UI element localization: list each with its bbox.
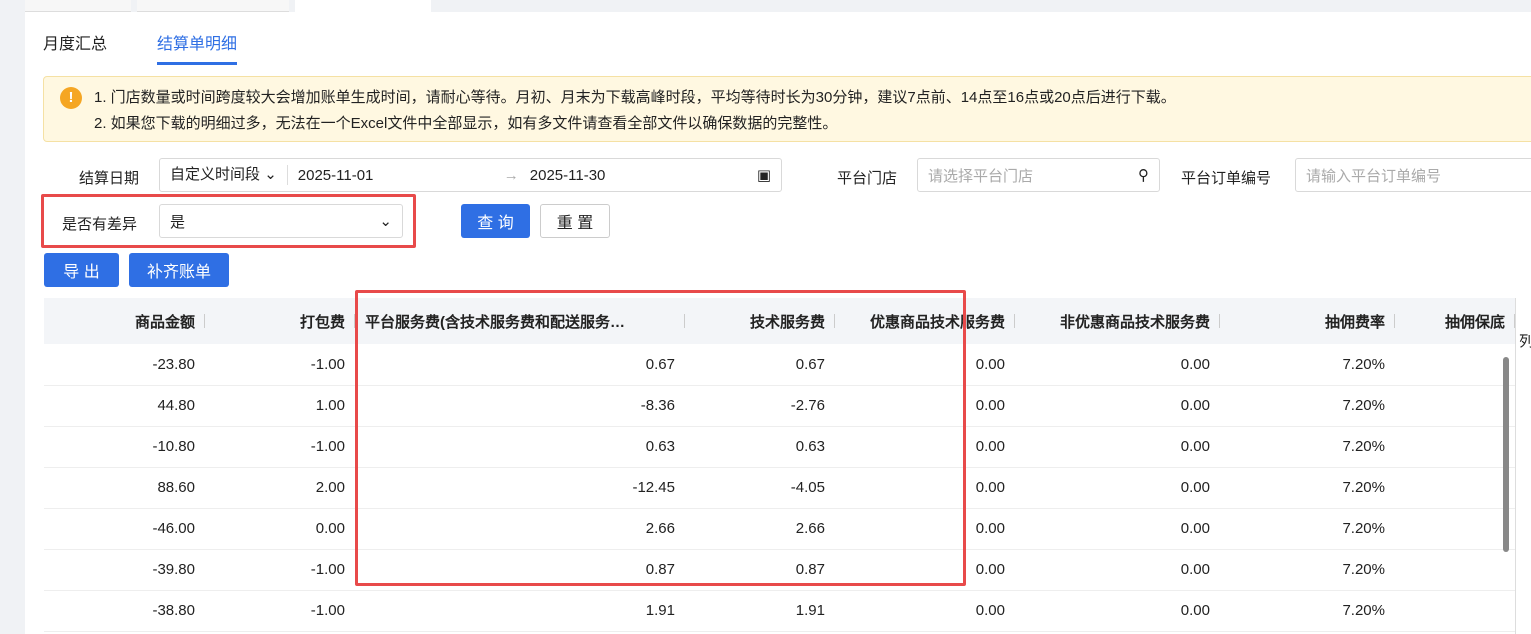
column-header[interactable]: 打包费 (205, 298, 355, 344)
table-cell: 2.00 (205, 467, 355, 509)
table-cell: -1.00 (205, 590, 355, 632)
table-cell: 7.20% (1220, 467, 1395, 509)
tab-settlement-detail[interactable]: 结算单明细 (157, 30, 238, 65)
table-cell: 0.00 (1015, 467, 1220, 509)
table-cell (1395, 344, 1515, 386)
highlight-box (41, 194, 416, 248)
table-cell: -10.80 (44, 426, 205, 468)
sub-tabs: 月度汇总 结算单明细 (43, 30, 238, 65)
tab-monthly-summary[interactable]: 月度汇总 (43, 30, 107, 65)
table-cell: 7.20% (1220, 590, 1395, 632)
warning-icon: ! (60, 87, 82, 109)
table-cell: -1.00 (205, 426, 355, 468)
highlight-box (355, 290, 966, 586)
table-cell: 0.00 (1015, 549, 1220, 591)
table-cell: 1.00 (205, 385, 355, 427)
column-header-label: 商品金额 (134, 313, 195, 331)
search-icon: ⚲ (1138, 167, 1149, 184)
table-cell (1395, 549, 1515, 591)
main-panel: 月度汇总 结算单明细 ! 1. 门店数量或时间跨度较大会增加账单生成时间，请耐心… (25, 12, 1531, 634)
table-cell: 0.00 (835, 590, 1015, 632)
table-cell (1395, 426, 1515, 468)
alert-line-2: 2. 如果您下载的明细过多，无法在一个Excel文件中全部显示，如有多文件请查看… (94, 115, 838, 132)
date-type-value: 自定义时间段 (170, 166, 261, 183)
window-tab[interactable] (25, 0, 131, 12)
table-cell: -46.00 (44, 508, 205, 550)
table-cell (1395, 508, 1515, 550)
order-placeholder: 请输入平台订单编号 (1306, 167, 1442, 185)
table-cell: 7.20% (1220, 549, 1395, 591)
date-range-picker[interactable]: 自定义时间段 ⌄ 2025-11-01 → 2025-11-30 ▣ (159, 158, 782, 192)
column-header-label: 抽佣保底 (1444, 313, 1505, 331)
store-placeholder: 请选择平台门店 (928, 167, 1034, 185)
table-cell (1395, 467, 1515, 509)
table-cell: 1.91 (355, 590, 685, 632)
calendar-icon[interactable]: ▣ (757, 166, 771, 184)
end-date[interactable]: 2025-11-30 (530, 167, 730, 184)
table-cell: 88.60 (44, 467, 205, 509)
window-tab[interactable] (137, 0, 289, 12)
table-cell: 7.20% (1220, 426, 1395, 468)
window-tab-active[interactable] (295, 0, 431, 12)
table-cell: 0.00 (1015, 385, 1220, 427)
column-header[interactable]: 非优惠商品技术服务费 (1015, 298, 1220, 344)
table-cell: 7.20% (1220, 508, 1395, 550)
column-header[interactable]: 抽佣保底 (1395, 298, 1515, 344)
supplement-bill-button[interactable]: 补齐账单 (129, 253, 229, 287)
table-cell: 7.20% (1220, 344, 1395, 386)
notice-alert: ! 1. 门店数量或时间跨度较大会增加账单生成时间，请耐心等待。月初、月末为下载… (43, 76, 1531, 142)
chevron-down-icon: ⌄ (264, 166, 277, 183)
table-cell: -1.00 (205, 549, 355, 591)
table-cell (1395, 385, 1515, 427)
column-header-label: 非优惠商品技术服务费 (1059, 313, 1210, 331)
alert-line-1: 1. 门店数量或时间跨度较大会增加账单生成时间，请耐心等待。月初、月末为下载高峰… (94, 89, 1176, 106)
start-date[interactable]: 2025-11-01 (298, 167, 504, 184)
table-cell: 0.00 (205, 508, 355, 550)
column-header[interactable]: 抽佣费率 (1220, 298, 1395, 344)
table-cell: -39.80 (44, 549, 205, 591)
date-label: 结算日期 (79, 170, 140, 187)
column-header-label: 打包费 (299, 313, 345, 331)
column-settings[interactable]: 列 (1515, 298, 1531, 634)
reset-button[interactable]: 重 置 (540, 204, 610, 238)
table-cell: 1.91 (685, 590, 835, 632)
table-cell: 7.20% (1220, 385, 1395, 427)
table-cell: 0.00 (1015, 426, 1220, 468)
table-cell: -23.80 (44, 344, 205, 386)
table-cell: 0.00 (1015, 508, 1220, 550)
column-header[interactable]: 商品金额 (44, 298, 205, 344)
table-row[interactable]: -38.80 -1.00 1.91 1.91 0.00 0.00 7.20% (44, 590, 1515, 632)
order-label: 平台订单编号 (1181, 170, 1272, 187)
store-select[interactable]: 请选择平台门店 ⚲ (917, 158, 1160, 192)
table-cell: 0.00 (1015, 344, 1220, 386)
column-settings-label: 列 (1519, 333, 1531, 350)
store-label: 平台门店 (837, 170, 898, 187)
table-cell: 0.00 (1015, 590, 1220, 632)
date-type-select[interactable]: 自定义时间段 ⌄ (160, 165, 288, 185)
table-cell: 44.80 (44, 385, 205, 427)
arrow-icon: → (503, 166, 519, 184)
table-cell (1395, 590, 1515, 632)
order-input[interactable]: 请输入平台订单编号 (1295, 158, 1531, 192)
table-cell: -38.80 (44, 590, 205, 632)
vertical-scrollbar[interactable] (1503, 357, 1509, 552)
column-header-label: 抽佣费率 (1324, 313, 1385, 331)
export-button[interactable]: 导 出 (44, 253, 119, 287)
window-tabs (25, 0, 431, 12)
query-button[interactable]: 查 询 (461, 204, 530, 238)
table-cell: -1.00 (205, 344, 355, 386)
